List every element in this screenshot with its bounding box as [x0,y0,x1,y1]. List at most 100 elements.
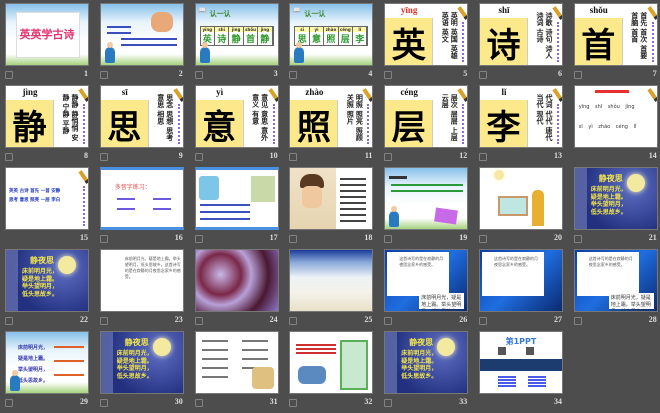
slide-32-preview[interactable] [289,331,374,394]
transition-icon[interactable] [289,153,298,161]
slide-thumbnail-2[interactable]: 2 [99,3,184,85]
slide-thumbnail-13[interactable]: lǐ 李代词 代代 唐代 当代 现代 13 [478,85,563,167]
slide-15-preview[interactable]: 英英 古诗 首先 一首 安静 思考 意思 照亮 一层 李白 [5,167,89,230]
transition-icon[interactable] [194,71,203,79]
transition-icon[interactable] [289,71,298,79]
transition-icon[interactable] [194,399,203,407]
slide-29-preview[interactable]: 床前明月光， 疑是地上霜。 举头望明月， 低头思故乡。 [5,331,89,394]
slide-thumbnail-24[interactable]: 24 [194,249,279,331]
slide-12-preview[interactable]: céng 层层次 层层 上层 云层 [384,85,469,148]
slide-13-preview[interactable]: lǐ 李代词 代代 唐代 当代 现代 [478,85,563,148]
transition-icon[interactable] [289,399,298,407]
slide-31-preview[interactable] [194,331,279,394]
slide-thumbnail-33[interactable]: 静夜思 床前明月光， 疑是地上霜。 举头望明月， 低头思故乡。 33 [384,331,469,413]
slide-4-preview[interactable]: 📖 认一认 sī 思 yì 意 zhào 照 céng 层 lǐ 李 [289,3,374,66]
slide-8-preview[interactable]: jìng 静静静 静悄悄 安静 宁静 平静 [5,85,89,148]
transition-icon[interactable] [478,153,487,161]
transition-icon[interactable] [384,235,393,243]
slide-5-preview[interactable]: yīng 英英明 英国 英雄 英语 英文 [384,3,469,66]
slide-thumbnail-6[interactable]: shī 诗诗歌 诗句 诗人 诗词 古诗 6 [478,3,563,85]
transition-icon[interactable] [384,399,393,407]
slide-thumbnail-30[interactable]: 静夜思 床前明月光， 疑是地上霜。 举头望明月， 低头思故乡。 30 [99,331,184,413]
slide-thumbnail-27[interactable]: 这首诗写的是在寂静的月夜思念家乡的感受。 27 [478,249,563,331]
slide-21-preview[interactable]: 静夜思 床前明月光， 疑是地上霜。 举头望明月， 低头思故乡。 [573,167,658,230]
slide-thumbnail-17[interactable]: 17 [194,167,279,249]
slide-thumbnail-29[interactable]: 床前明月光， 疑是地上霜。 举头望明月， 低头思故乡。 29 [5,331,89,413]
slide-thumbnail-20[interactable]: 20 [478,167,563,249]
slide-thumbnail-26[interactable]: 这首诗写的是在寂静的月夜思念家乡的感受。 床前明月光，疑是地上霜。举头望明月，低头… [384,249,469,331]
slide-27-preview[interactable]: 这首诗写的是在寂静的月夜思念家乡的感受。 [478,249,563,312]
transition-icon[interactable] [99,317,108,325]
transition-icon[interactable] [478,317,487,325]
slide-2-preview[interactable] [99,3,184,66]
transition-icon[interactable] [384,317,393,325]
slide-7-preview[interactable]: shǒu 首首先 首次 首要 首脑 首首 [573,3,658,66]
slide-19-preview[interactable] [384,167,469,230]
slide-24-frost-leaves-photo[interactable] [194,249,279,312]
slide-thumbnail-8[interactable]: jìng 静静静 静悄悄 安静 宁静 平静 8 [5,85,89,167]
transition-icon[interactable] [478,235,487,243]
transition-icon[interactable] [289,317,298,325]
transition-icon[interactable] [99,399,108,407]
slide-thumbnail-4[interactable]: 📖 认一认 sī 思 yì 意 zhào 照 céng 层 lǐ 李 4 [289,3,374,85]
slide-thumbnail-3[interactable]: 📖 认一认 yīng 英 shī 诗 jìng 静 shǒu 首 jìng 静 3 [194,3,279,85]
slide-thumbnail-5[interactable]: yīng 英英明 英国 英雄 英语 英文 5 [384,3,469,85]
transition-icon[interactable] [289,235,298,243]
transition-icon[interactable] [573,317,582,325]
slide-1-preview[interactable]: 英英学古诗 [5,3,89,66]
slide-thumbnail-7[interactable]: shǒu 首首先 首次 首要 首脑 首首 7 [573,3,658,85]
slide-34-preview[interactable]: 第1PPT [478,331,563,394]
slide-thumbnail-9[interactable]: sī 思思念 思想 思考 意思 相思 9 [99,85,184,167]
transition-icon[interactable] [384,71,393,79]
slide-thumbnail-19[interactable]: 19 [384,167,469,249]
transition-icon[interactable] [194,317,203,325]
transition-icon[interactable] [5,153,13,161]
slide-thumbnail-23[interactable]: 床前明月光，疑是地上霜。举头望明月，低头思故乡。这首诗写的是在寂静的月夜思念家乡… [99,249,184,331]
slide-30-preview[interactable]: 静夜思 床前明月光， 疑是地上霜。 举头望明月， 低头思故乡。 [99,331,184,394]
slide-9-preview[interactable]: sī 思思念 思想 思考 意思 相思 [99,85,184,148]
slide-28-preview[interactable]: 这首诗写的是在寂静的月夜思念家乡的感受。 床前明月光，疑是地上霜。举头望明月，低头… [573,249,658,312]
transition-icon[interactable] [99,235,108,243]
transition-icon[interactable] [5,317,13,325]
slide-thumbnail-21[interactable]: 静夜思 床前明月光， 疑是地上霜。 举头望明月， 低头思故乡。 21 [573,167,658,249]
slide-thumbnail-15[interactable]: 英英 古诗 首先 一首 安静 思考 意思 照亮 一层 李白 15 [5,167,89,249]
transition-icon[interactable] [573,71,582,79]
slide-thumbnail-34[interactable]: 第1PPT 34 [478,331,563,413]
slide-10-preview[interactable]: yì 意意见 意思 意外 意义 有意 [194,85,279,148]
slide-25-preview[interactable] [289,249,374,312]
transition-icon[interactable] [5,399,13,407]
slide-3-preview[interactable]: 📖 认一认 yīng 英 shī 诗 jìng 静 shǒu 首 jìng 静 [194,3,279,66]
slide-20-preview[interactable] [478,167,563,230]
slide-thumbnail-10[interactable]: yì 意意见 意思 意外 意义 有意 10 [194,85,279,167]
slide-23-preview[interactable]: 床前明月光，疑是地上霜。举头望明月，低头思故乡。这首诗写的是在寂静的月夜思念家乡… [99,249,184,312]
slide-thumbnail-28[interactable]: 这首诗写的是在寂静的月夜思念家乡的感受。 床前明月光，疑是地上霜。举头望明月，低头… [573,249,658,331]
transition-icon[interactable] [384,153,393,161]
slide-thumbnail-14[interactable]: yīng shī shǒu jìng sī yì zhào céng lǐ 14 [573,85,658,167]
slide-26-preview[interactable]: 这首诗写的是在寂静的月夜思念家乡的感受。 床前明月光，疑是地上霜。举头望明月，低头… [384,249,469,312]
slide-thumbnail-18[interactable]: 18 [289,167,374,249]
slide-18-preview[interactable] [289,167,374,230]
slide-thumbnail-12[interactable]: céng 层层次 层层 上层 云层 12 [384,85,469,167]
slide-thumbnail-25[interactable]: 25 [289,249,374,331]
slide-14-preview[interactable]: yīng shī shǒu jìng sī yì zhào céng lǐ [573,85,658,148]
transition-icon[interactable] [5,71,13,79]
transition-icon[interactable] [573,235,582,243]
transition-icon[interactable] [194,153,203,161]
slide-thumbnail-16[interactable]: 多音字练习： 16 [99,167,184,249]
slide-6-preview[interactable]: shī 诗诗歌 诗句 诗人 诗词 古诗 [478,3,563,66]
slide-thumbnail-32[interactable]: 32 [289,331,374,413]
transition-icon[interactable] [99,153,108,161]
slide-thumbnail-11[interactable]: zhào 照明照 照亮 照顾 关照 照片 11 [289,85,374,167]
slide-17-preview[interactable] [194,167,279,230]
slide-16-preview[interactable]: 多音字练习： [99,167,184,230]
slide-thumbnail-31[interactable]: 31 [194,331,279,413]
pencil-icon [457,88,468,102]
slide-thumbnail-22[interactable]: 静夜思 床前明月光， 疑是地上霜。 举头望明月， 低头思故乡。 22 [5,249,89,331]
slide-33-preview[interactable]: 静夜思 床前明月光， 疑是地上霜。 举头望明月， 低头思故乡。 [384,331,469,394]
transition-icon[interactable] [194,235,203,243]
slide-thumbnail-1[interactable]: 英英学古诗 1 [5,3,89,85]
slide-22-preview[interactable]: 静夜思 床前明月光， 疑是地上霜。 举头望明月， 低头思故乡。 [5,249,89,312]
transition-icon[interactable] [99,71,108,79]
slide-11-preview[interactable]: zhào 照明照 照亮 照顾 关照 照片 [289,85,374,148]
transition-icon[interactable] [478,71,487,79]
